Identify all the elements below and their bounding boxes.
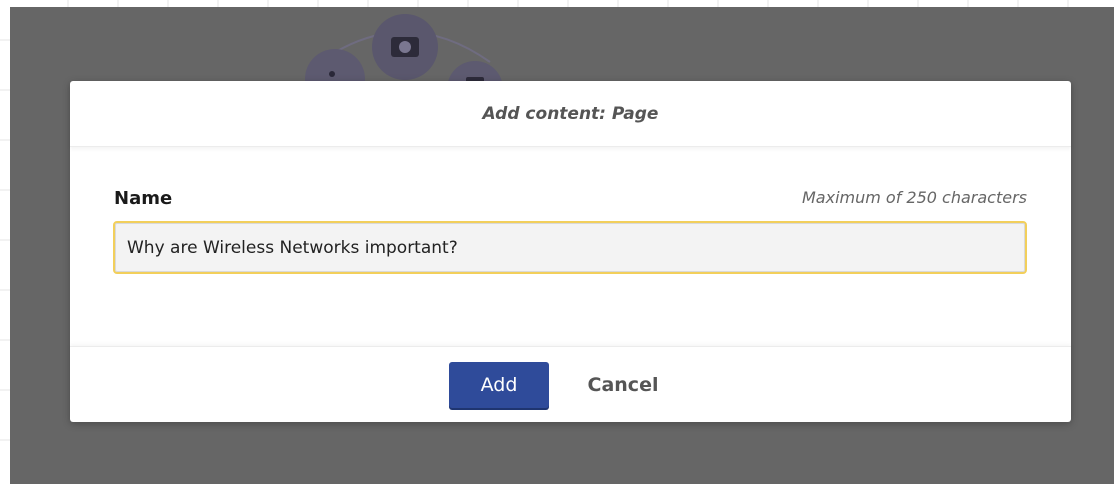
name-label: Name xyxy=(114,188,173,209)
add-button[interactable]: Add xyxy=(449,362,549,408)
background-illustration xyxy=(305,14,503,87)
dialog-title: Add content: Page xyxy=(482,103,659,124)
add-content-dialog: Add content: Page Name Maximum of 250 ch… xyxy=(70,81,1071,422)
cancel-button[interactable]: Cancel xyxy=(573,362,673,408)
page: Add content: Page Name Maximum of 250 ch… xyxy=(0,0,1114,484)
dialog-header: Add content: Page xyxy=(70,81,1071,147)
name-input[interactable] xyxy=(113,221,1027,274)
dialog-footer: Add Cancel xyxy=(70,346,1071,423)
name-max-length-hint: Maximum of 250 characters xyxy=(801,188,1027,207)
